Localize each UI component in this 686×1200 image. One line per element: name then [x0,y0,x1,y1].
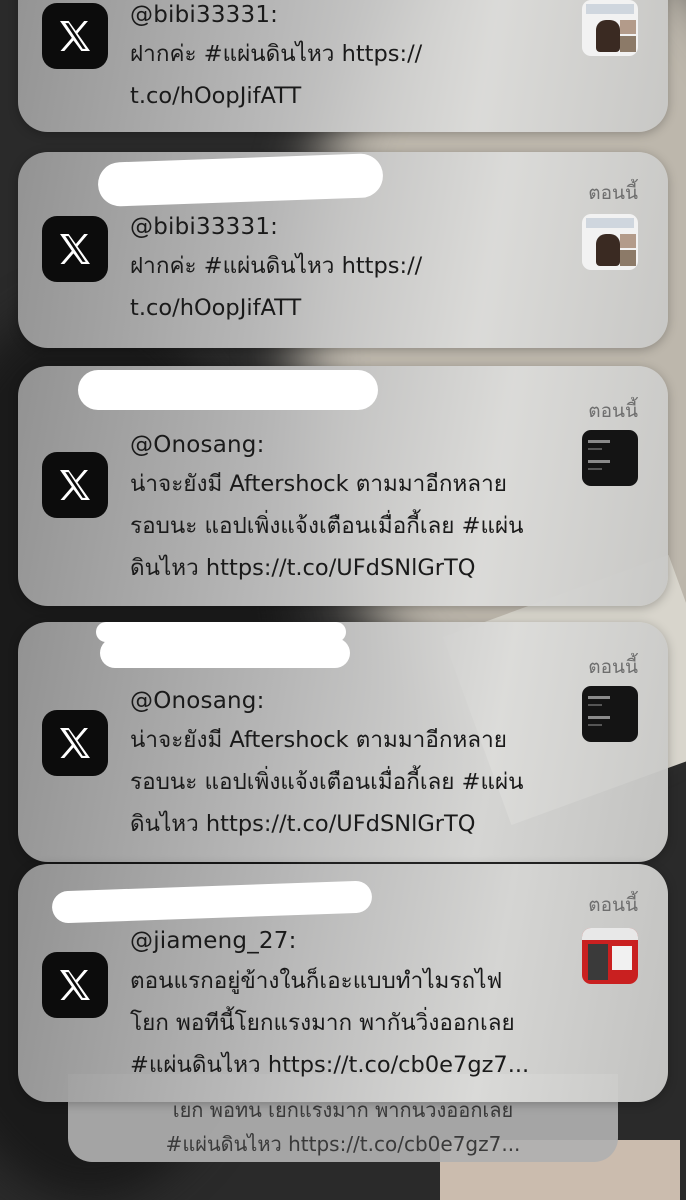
notification-time: ตอนนี้ [588,894,638,916]
dark-screenshot-thumbnail [582,686,638,742]
notification-card[interactable]: ตอนนี้ @jiameng_27: ตอนแรกอยู่ข้างในก็เอ… [18,864,668,1102]
x-logo-icon [42,216,108,282]
notification-message: ฝากค่ะ #แผ่นดินไหว https:// t.co/hOopJif… [130,253,423,321]
notification-time: ตอนนี้ [588,182,638,204]
notification-sender: @bibi33331: [130,214,279,240]
photo-thumbnail [582,214,638,270]
notification-time: ตอนนี้ [588,656,638,678]
x-logo-icon [42,452,108,518]
notification-message: ฝากค่ะ #แผ่นดินไหว https:// t.co/hOopJif… [130,41,423,109]
notification-message: น่าจะยังมี Aftershock ตามมาอีกหลาย รอบนะ… [130,471,524,581]
x-logo-icon [42,952,108,1018]
notification-message: ตอนแรกอยู่ข้างในก็เอะแบบทำไมรถไฟ โยก พอท… [130,968,530,1078]
notification-message: น่าจะยังมี Aftershock ตามมาอีกหลาย รอบนะ… [130,727,524,837]
redaction-mark [100,638,350,668]
x-logo-icon [42,710,108,776]
redaction-mark [97,153,384,207]
x-logo-icon [42,3,108,69]
notification-card[interactable]: ตอนนี้ @bibi33331: ฝากค่ะ #แผ่นดินไหว ht… [18,152,668,348]
redaction-mark [78,370,378,410]
train-photo-thumbnail [582,928,638,984]
notification-card[interactable]: ตอนนี้ @Onosang: น่าจะยังมี Aftershock ต… [18,622,668,862]
notification-sender: @bibi33331: [130,2,279,28]
notification-sender: @Onosang: [130,688,265,714]
notification-time: ตอนนี้ [588,400,638,422]
notification-sender: @Onosang: [130,432,265,458]
notification-card[interactable]: ตอนนี้ @Onosang: น่าจะยังมี Aftershock ต… [18,366,668,606]
dark-screenshot-thumbnail [582,430,638,486]
photo-thumbnail [582,0,638,56]
notification-sender: @jiameng_27: [130,928,297,954]
redaction-mark [51,880,373,924]
notification-card[interactable]: @bibi33331: ฝากค่ะ #แผ่นดินไหว https:// … [18,0,668,132]
stacked-notification-line: #แผ่นดินไหว https://t.co/cb0e7gz7... [165,1132,521,1156]
